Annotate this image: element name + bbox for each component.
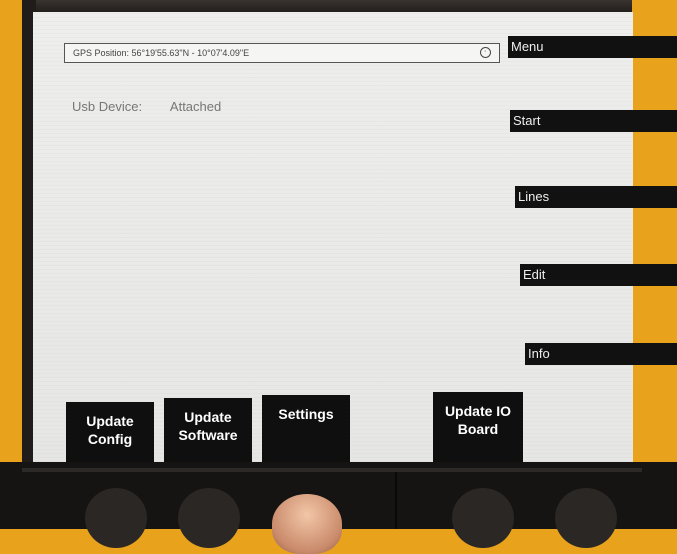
menu-button[interactable]: Menu: [508, 36, 677, 58]
update-io-board-label-line2: Board: [457, 421, 499, 437]
gps-position-bar: GPS Position: 56°19'55.63"N - 10°07'4.09…: [64, 43, 500, 63]
update-io-board-button[interactable]: Update IO Board: [433, 392, 523, 470]
panel-groove: [395, 472, 397, 529]
update-io-board-label-line1: Update IO: [444, 403, 512, 419]
hardware-key-5[interactable]: [555, 488, 617, 548]
info-button-label: Info: [528, 346, 550, 361]
usb-device-label: Usb Device:: [72, 99, 143, 114]
edit-button-label: Edit: [523, 267, 546, 282]
menu-button-label: Menu: [511, 39, 544, 54]
start-button-label: Start: [513, 113, 541, 128]
update-software-label-line2: Software: [178, 427, 238, 443]
settings-button[interactable]: Settings: [262, 395, 350, 470]
update-software-button[interactable]: Update Software: [164, 398, 252, 470]
gps-position-text: GPS Position: 56°19'55.63"N - 10°07'4.09…: [73, 48, 250, 58]
usb-device-value: Attached: [169, 99, 222, 114]
hardware-key-4[interactable]: [452, 488, 514, 548]
lines-button[interactable]: Lines: [515, 186, 677, 208]
usb-device-status: Usb Device: Attached: [72, 99, 221, 114]
lines-button-label: Lines: [518, 189, 550, 204]
update-config-label-line1: Update: [86, 413, 134, 429]
update-software-label-line1: Update: [184, 409, 232, 425]
update-config-label-line2: Config: [87, 431, 133, 447]
gps-status-icon: ◦: [480, 47, 491, 58]
start-button[interactable]: Start: [510, 110, 677, 132]
edit-button[interactable]: Edit: [520, 264, 677, 286]
panel-edge-strip: [22, 468, 642, 472]
hardware-key-1[interactable]: [85, 488, 147, 548]
hardware-key-2[interactable]: [178, 488, 240, 548]
settings-button-label: Settings: [278, 406, 334, 422]
update-config-button[interactable]: Update Config: [66, 402, 154, 470]
info-button[interactable]: Info: [525, 343, 677, 365]
pressing-finger: [272, 494, 342, 554]
